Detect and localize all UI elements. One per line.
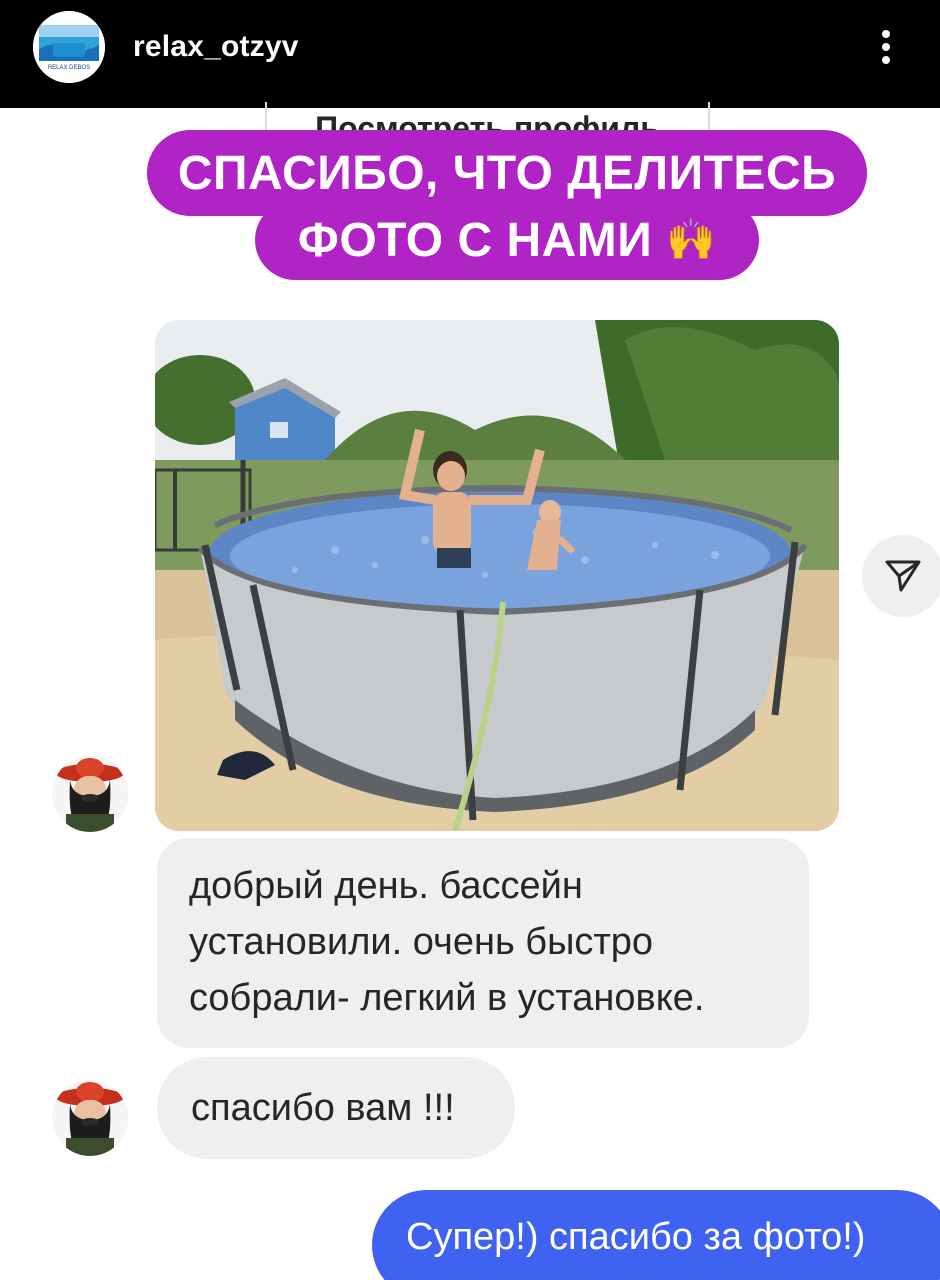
sender-avatar[interactable] (52, 756, 128, 832)
sender-avatar[interactable] (52, 1080, 128, 1156)
sticker-text-1: СПАСИБО, ЧТО ДЕЛИТЕСЬ (177, 146, 837, 200)
sticker-text-2: ФОТО С НАМИ (297, 213, 653, 267)
thanks-sticker: СПАСИБО, ЧТО ДЕЛИТЕСЬ ФОТО С НАМИ 🙌 (147, 130, 867, 280)
avatar-logo-text: RELAX DEBOS (48, 65, 90, 71)
incoming-message-bubble[interactable]: спасибо вам !!! (157, 1057, 515, 1159)
incoming-message-bubble[interactable]: добрый день. бассейн установили. очень б… (157, 838, 809, 1048)
message-line: добрый день. бассейн (189, 865, 583, 907)
raised-hands-icon: 🙌 (666, 218, 717, 262)
message-line: собрали- легкий в установке. (189, 977, 705, 1019)
more-vertical-icon[interactable] (868, 24, 904, 70)
message-line: установили. очень быстро (189, 921, 654, 963)
pool-photo-message[interactable] (155, 320, 839, 831)
story-header: RELAX DEBOS relax_otzyv (0, 0, 940, 108)
sticker-line-2: ФОТО С НАМИ 🙌 (255, 200, 759, 280)
username[interactable]: relax_otzyv (133, 30, 299, 64)
profile-avatar[interactable]: RELAX DEBOS (33, 11, 105, 83)
outgoing-message-bubble[interactable]: Супер!) спасибо за фото!) (372, 1190, 940, 1280)
send-icon[interactable] (862, 535, 940, 617)
